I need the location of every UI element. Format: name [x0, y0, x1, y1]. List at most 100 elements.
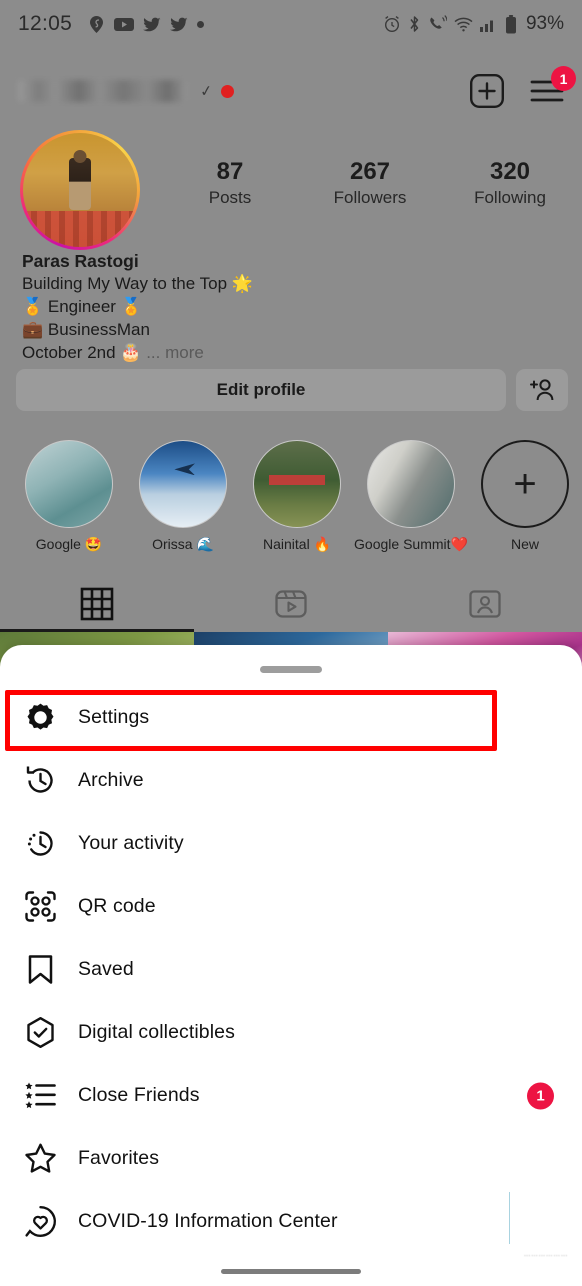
wifi-icon: [454, 17, 473, 32]
tab-tagged[interactable]: [388, 578, 582, 630]
tab-grid[interactable]: [0, 578, 194, 630]
stat-following[interactable]: 320 Following: [440, 158, 580, 208]
add-person-icon: [530, 379, 554, 401]
avatar-image: [23, 133, 137, 247]
stat-posts[interactable]: 87 Posts: [160, 158, 300, 208]
menu-badge: 1: [551, 66, 576, 91]
live-dot-icon: [220, 84, 234, 98]
dot-icon: [197, 20, 205, 28]
menu-item-label: Saved: [78, 958, 134, 980]
avatar[interactable]: [20, 130, 140, 250]
twitter-icon: [143, 17, 161, 32]
battery-percentage: 93%: [525, 13, 564, 34]
close-friends-list-icon: [24, 1079, 68, 1112]
youtube-icon: [114, 17, 135, 32]
drag-handle[interactable]: [260, 666, 322, 673]
stats-row: 87 Posts 267 Followers 320 Following: [160, 158, 580, 208]
status-right-icons: 93%: [383, 13, 564, 35]
highlight-label: Nainital 🔥: [262, 536, 331, 552]
highlight-thumbnail: [139, 440, 227, 528]
watermark-line: [509, 1192, 510, 1244]
sheet-menu: Settings Archive Your activity QR code S…: [0, 686, 582, 1253]
highlight-item-new[interactable]: + New: [468, 440, 582, 553]
bio-last-line: October 2nd 🎂 ... more: [22, 342, 402, 365]
archive-clock-icon: [24, 764, 68, 797]
tab-reels[interactable]: [194, 578, 388, 630]
status-time: 12:05: [18, 12, 73, 35]
bottom-sheet: Settings Archive Your activity QR code S…: [0, 645, 582, 1286]
profile-background: 12:05 93% ✓ 1 87 Posts 267 Followers 320…: [0, 0, 582, 700]
bio-line: 💼 BusinessMan: [22, 319, 150, 339]
phone-vibrate-icon: [428, 15, 447, 33]
profile-tabs: [0, 578, 582, 630]
menu-item-label: Your activity: [78, 832, 184, 854]
avatar-head: [73, 150, 87, 164]
menu-item-label: COVID-19 Information Center: [78, 1210, 338, 1232]
highlight-label: Google 🤩: [35, 536, 103, 552]
bluetooth-icon: [408, 15, 421, 33]
alarm-icon: [383, 15, 401, 33]
highlight-thumbnail: [25, 440, 113, 528]
reels-icon: [275, 590, 307, 618]
signal-icon: [479, 17, 498, 32]
new-highlight-button[interactable]: +: [481, 440, 569, 528]
highlight-thumbnail: [367, 440, 455, 528]
bookmark-icon: [24, 953, 68, 986]
menu-item-saved[interactable]: Saved: [0, 938, 582, 1001]
highlight-label: Orissa 🌊: [152, 536, 214, 552]
qr-code-icon: [24, 890, 68, 923]
menu-item-your-activity[interactable]: Your activity: [0, 812, 582, 875]
heart-circle-icon: [24, 1205, 68, 1238]
star-icon: [24, 1142, 68, 1175]
phone-screen: 12:05 93% ✓ 1 87 Posts 267 Followers 320…: [0, 0, 582, 1286]
menu-button[interactable]: 1: [530, 66, 576, 104]
avatar-and-stats: 87 Posts 267 Followers 320 Following: [0, 130, 582, 250]
add-post-button[interactable]: [470, 74, 504, 108]
avatar-person: [69, 158, 91, 211]
menu-item-qr-code[interactable]: QR code: [0, 875, 582, 938]
bio-more-link[interactable]: ... more: [146, 343, 204, 362]
pin-icon: [88, 15, 105, 34]
highlight-item[interactable]: Orissa 🌊: [126, 440, 240, 553]
shield-check-icon: [24, 1016, 68, 1049]
plus-icon: +: [513, 462, 537, 506]
stat-number: 267: [349, 158, 391, 185]
stat-label: Followers: [333, 187, 407, 207]
stat-label: Following: [474, 187, 546, 207]
username-label[interactable]: [18, 80, 188, 102]
gear-icon: [24, 701, 68, 734]
menu-item-favorites[interactable]: Favorites: [0, 1127, 582, 1190]
menu-item-settings[interactable]: Settings: [0, 686, 582, 749]
bio-display-name: Paras Rastogi: [22, 251, 139, 271]
home-indicator[interactable]: [221, 1269, 361, 1274]
menu-item-covid-info[interactable]: COVID-19 Information Center: [0, 1190, 582, 1253]
menu-item-label: Digital collectibles: [78, 1021, 235, 1043]
menu-item-label: Close Friends: [78, 1084, 200, 1106]
highlight-label: New: [510, 536, 539, 552]
menu-item-close-friends[interactable]: Close Friends 1: [0, 1064, 582, 1127]
verified-check-icon: ✓: [198, 82, 214, 101]
profile-header: ✓ 1: [0, 58, 582, 124]
highlight-item[interactable]: Google Summit❤️: [354, 440, 468, 553]
highlight-item[interactable]: Nainital 🔥: [240, 440, 354, 553]
avatar-floor: [23, 210, 137, 247]
highlight-label: Google Summit❤️: [354, 536, 468, 552]
stat-number: 320: [489, 158, 531, 185]
highlight-item[interactable]: Google 🤩: [12, 440, 126, 553]
status-bar: 12:05 93%: [0, 0, 582, 48]
close-friends-badge: 1: [527, 1082, 554, 1109]
watermark-text: ………………: [523, 1251, 568, 1258]
story-highlights: Google 🤩 Orissa 🌊 Nainital 🔥 Google Summ…: [12, 440, 582, 553]
bio-line: Building My Way to the Top 🌟: [22, 274, 253, 294]
stat-number: 87: [216, 158, 244, 185]
edit-profile-button[interactable]: Edit profile: [16, 369, 506, 411]
menu-item-digital-collectibles[interactable]: Digital collectibles: [0, 1001, 582, 1064]
stat-followers[interactable]: 267 Followers: [300, 158, 440, 208]
header-actions: 1: [470, 66, 576, 108]
menu-item-label: Favorites: [78, 1147, 160, 1169]
activity-clock-icon: [24, 827, 68, 860]
menu-item-label: Archive: [78, 769, 144, 791]
add-person-button[interactable]: [516, 369, 568, 411]
battery-icon: [505, 14, 517, 34]
menu-item-archive[interactable]: Archive: [0, 749, 582, 812]
